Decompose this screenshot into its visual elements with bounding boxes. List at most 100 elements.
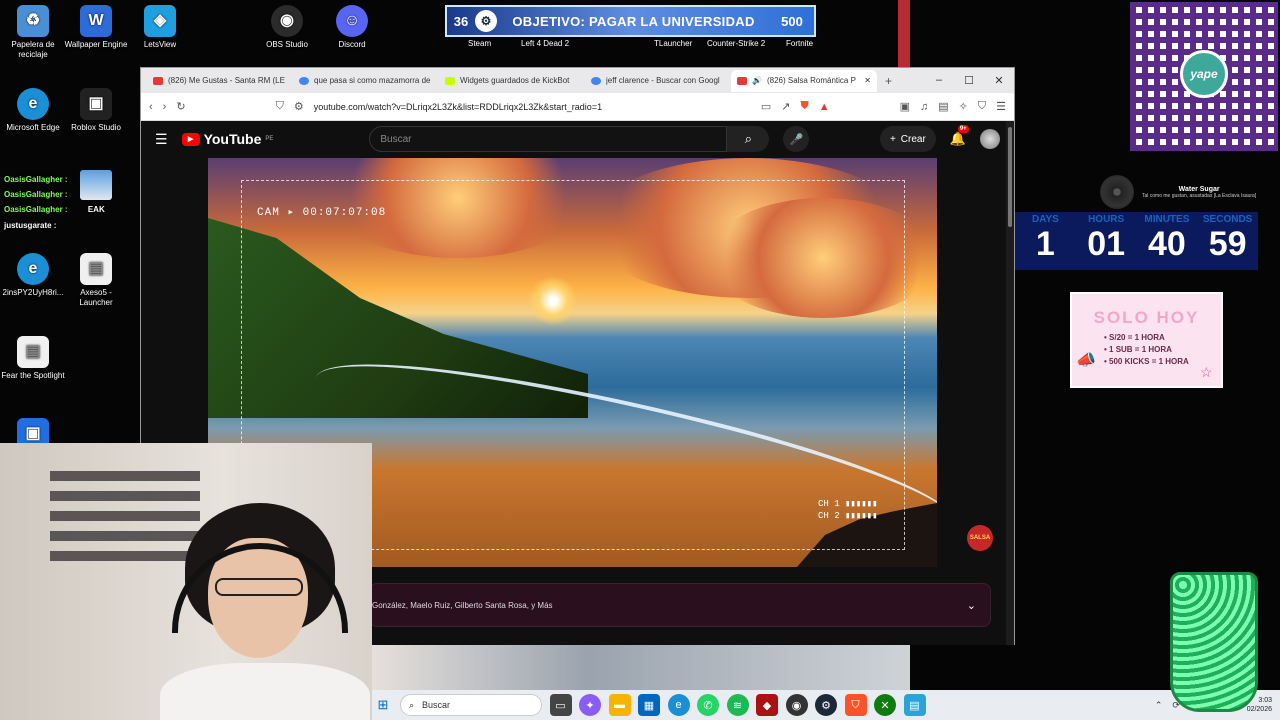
file-explorer-icon[interactable]: ▬ [608, 694, 631, 716]
cast-icon[interactable]: ▭ [761, 100, 771, 113]
discord-icon: ☺ [336, 5, 368, 37]
desktop-icon-wallpaper-engine[interactable]: W Wallpaper Engine [63, 5, 129, 50]
media-icon[interactable]: ♫ [920, 101, 928, 113]
site-info-icon[interactable]: ⚙ [294, 100, 304, 113]
extensions-icon[interactable]: ✧ [959, 100, 968, 113]
countdown-value: 59 [1208, 225, 1247, 263]
megaphone-icon: 📣 [1076, 352, 1096, 369]
search-button[interactable]: ⌕ [727, 126, 770, 152]
desktop-icon-label: Papelera de reciclaje [11, 40, 55, 59]
countdown-days: DAYS 1 [1015, 212, 1076, 270]
share-icon[interactable]: ↗ [781, 100, 790, 113]
xbox-icon[interactable]: ✕ [874, 694, 896, 716]
edge-icon[interactable]: e [667, 694, 690, 716]
recycle-bin-icon: ♻ [17, 5, 49, 37]
clock-date: 02/2026 [1246, 706, 1272, 713]
goal-bar: 36 ⚙ OBJETIVO: PAGAR LA UNIVERSIDAD 500 [445, 5, 816, 37]
tab-close-icon[interactable]: ✕ [864, 76, 871, 85]
channel-2-meter: CH 2 ▮▮▮▮▮▮ [818, 511, 878, 521]
maximize-button[interactable]: ☐ [954, 74, 984, 87]
chat-username: OasisGallagher : [4, 190, 68, 199]
browser-tab-active[interactable]: 🔊 (826) Salsa Romántica P ✕ [731, 69, 877, 92]
edge-icon: e [17, 88, 49, 120]
taskbar-search[interactable]: ⌕ Buscar [400, 694, 542, 716]
browser-tab[interactable]: (826) Me Gustas - Santa RM (LE [147, 70, 293, 92]
browser-tab[interactable]: jeff clarence - Buscar con Googl [585, 70, 731, 92]
notifications-button[interactable]: 🔔 9+ [949, 125, 969, 147]
create-button[interactable]: + Crear [879, 126, 936, 152]
search-input[interactable]: Buscar [369, 126, 728, 152]
back-icon[interactable]: ‹ [149, 101, 153, 113]
desktop-label-counter-strike[interactable]: Counter-Strike 2 [707, 39, 765, 48]
desktop-label-steam[interactable]: Steam [468, 39, 491, 48]
bell-icon: 🔔 [949, 131, 966, 146]
voice-search-button[interactable]: 🎤 [783, 126, 810, 152]
countdown-hours: HOURS 01 [1076, 212, 1137, 270]
hamburger-menu-icon[interactable]: ☰ [155, 131, 168, 148]
desktop-icon-edge[interactable]: e Microsoft Edge [0, 88, 66, 133]
youtube-icon [153, 76, 163, 85]
desktop: ♻ Papelera de reciclaje W Wallpaper Engi… [0, 0, 1280, 720]
steam-icon[interactable]: ⚙ [815, 694, 837, 716]
new-tab-button[interactable]: + [885, 74, 892, 88]
task-view-icon[interactable]: ▭ [549, 694, 572, 716]
dota-icon[interactable]: ◆ [756, 694, 778, 716]
solo-hoy-panel: SOLO HOY • S/20 = 1 HORA • 1 SUB = 1 HOR… [1070, 292, 1223, 388]
scrollbar[interactable] [1006, 121, 1014, 645]
camera-timecode: CAM ▸ 00:07:07:08 [257, 207, 387, 219]
scrollbar-thumb[interactable] [1008, 127, 1012, 227]
file-icon: ▤ [17, 336, 49, 368]
playlist-panel[interactable]: González, Maelo Ruiz, Gilberto Santa Ros… [369, 583, 991, 627]
desktop-icon-fear-the-spotlight[interactable]: ▤ Fear the Spotlight [0, 336, 66, 381]
close-button[interactable]: ✕ [984, 74, 1014, 87]
whatsapp-icon[interactable]: ✆ [697, 694, 719, 716]
notepad-icon[interactable]: ▤ [903, 694, 926, 716]
start-button[interactable]: ⊞ [374, 697, 392, 713]
wallet-icon[interactable]: ▤ [938, 100, 948, 113]
reload-icon[interactable]: ↻ [176, 100, 185, 113]
desktop-label-tlauncher[interactable]: TLauncher [654, 39, 692, 48]
countdown-label: SECONDS [1202, 214, 1253, 225]
copilot-icon[interactable]: ✦ [579, 694, 601, 716]
browser-tab[interactable]: que pasa si como mazamorra de [293, 70, 439, 92]
brave-shield-icon[interactable]: ⛊ [800, 100, 808, 113]
avatar[interactable] [980, 129, 1000, 149]
brave-icon[interactable]: ⛉ [844, 694, 867, 716]
countdown-value: 40 [1147, 225, 1186, 263]
desktop-icon-recycle-bin[interactable]: ♻ Papelera de reciclaje [0, 5, 66, 60]
desktop-icon-axeso5[interactable]: ▤ Axeso5 - Launcher [63, 253, 129, 308]
menu-icon[interactable]: ☰ [996, 100, 1006, 113]
desktop-icon-roblox[interactable]: ▣ Roblox Studio [63, 88, 129, 133]
vpn-icon[interactable]: ⛉ [978, 100, 986, 113]
spotify-icon[interactable]: ≋ [726, 694, 749, 716]
chat-message: OasisGallagher : EAK [4, 205, 105, 214]
desktop-label-fortnite[interactable]: Fortnite [786, 39, 813, 48]
minimize-button[interactable]: – [924, 74, 954, 87]
sidebar-icon[interactable]: ▣ [900, 100, 910, 113]
youtube-logo[interactable]: ▶ YouTube PE [181, 131, 273, 147]
countdown-value: 1 [1035, 225, 1055, 263]
browser-tab[interactable]: Widgets guardados de KickBot [439, 70, 585, 92]
chevron-up-icon[interactable]: ⌃ [1155, 700, 1163, 711]
goal-title: OBJETIVO: PAGAR LA UNIVERSIDAD [512, 13, 755, 29]
webcam-lower-view [372, 645, 910, 690]
store-icon[interactable]: ▦ [638, 694, 660, 716]
desktop-icon-discord[interactable]: ☺ Discord [319, 5, 385, 50]
channel-watermark: SALSA [967, 525, 993, 551]
desktop-icon-label: LetsView [143, 40, 177, 49]
streamer-shirt [160, 663, 370, 720]
forward-icon[interactable]: › [163, 101, 167, 113]
rewards-icon[interactable]: ▲ [819, 101, 830, 113]
desktop-label-left4dead2[interactable]: Left 4 Dead 2 [521, 39, 569, 48]
desktop-icon-obs[interactable]: ◉ OBS Studio [254, 5, 320, 50]
url-field[interactable]: youtube.com/watch?v=DLriqx2L3Zk&list=RDD… [314, 102, 751, 112]
countdown-value: 01 [1087, 225, 1126, 263]
countdown-timer: DAYS 1 HOURS 01 MINUTES 40 SECONDS 59 [1015, 212, 1258, 270]
bookmark-icon[interactable]: ⛉ [276, 100, 284, 113]
desktop-icon-edge-link[interactable]: e 2insPY2UyH8ri... [0, 253, 66, 298]
desktop-icon-letsview[interactable]: ◈ LetsView [127, 5, 193, 50]
desktop-icon-label: Discord [338, 40, 366, 49]
obs-icon[interactable]: ◉ [785, 694, 808, 716]
chevron-down-icon[interactable]: ⌄ [967, 599, 976, 612]
youtube-icon [737, 76, 747, 85]
